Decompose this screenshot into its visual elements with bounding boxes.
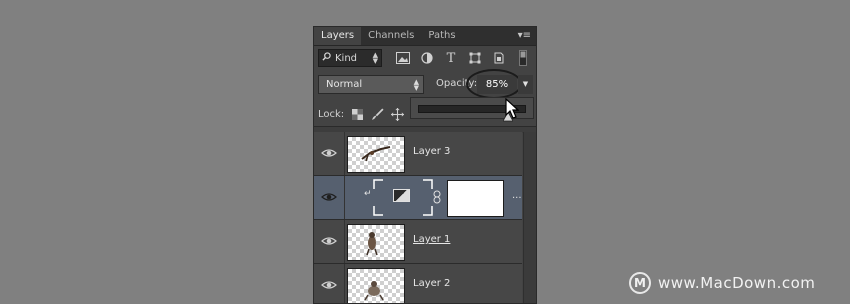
tab-layers[interactable]: Layers xyxy=(314,27,362,45)
layer-name[interactable]: Layer 2 xyxy=(413,278,450,289)
blend-row: Normal ▲ ▼ Opacity: 85% ▼ xyxy=(318,69,536,99)
link-chain-icon[interactable] xyxy=(433,190,441,207)
filter-toggle-icon[interactable] xyxy=(514,49,532,67)
type-layer-icon[interactable]: T xyxy=(442,49,460,67)
select-arrows-icon: ▲ ▼ xyxy=(413,78,419,92)
mouse-pointer-icon xyxy=(505,97,520,124)
layer-filter-row: Kind ▲ ▼ T xyxy=(318,49,532,67)
panel-tabs: Layers Channels Paths ▾≡ xyxy=(314,27,536,46)
layer-row[interactable]: Layer 2 xyxy=(314,264,522,303)
blend-mode-value: Normal xyxy=(326,79,363,90)
eye-icon[interactable] xyxy=(320,232,338,250)
smart-object-icon[interactable] xyxy=(490,49,508,67)
lock-transparent-icon[interactable] xyxy=(350,107,364,121)
pixel-layer-icon[interactable] xyxy=(394,49,412,67)
lock-image-icon[interactable] xyxy=(370,107,384,121)
clipping-arrow-icon: ↵ xyxy=(364,189,372,199)
shape-layer-icon[interactable] xyxy=(466,49,484,67)
layer-mask-thumbnail[interactable] xyxy=(447,180,504,217)
filter-kind-select[interactable]: Kind ▲ ▼ xyxy=(318,49,382,67)
search-icon xyxy=(322,52,331,64)
filter-kind-label: Kind xyxy=(335,52,358,64)
eye-icon[interactable] xyxy=(320,188,338,206)
tab-channels[interactable]: Channels xyxy=(361,27,421,45)
watermark: M www.MacDown.com xyxy=(629,272,815,294)
layer-list-scrollbar[interactable] xyxy=(523,132,536,303)
lock-label: Lock: xyxy=(318,108,345,120)
select-arrows-icon: ▲ ▼ xyxy=(372,51,378,65)
filter-icons: T xyxy=(394,49,532,67)
layer-thumbnail xyxy=(347,136,405,173)
eye-icon[interactable] xyxy=(320,144,338,162)
layer-thumbnail xyxy=(347,268,405,303)
truncation-dots: ... xyxy=(512,190,522,201)
lock-row: Lock: xyxy=(318,105,410,123)
watermark-text: www.MacDown.com xyxy=(658,274,816,292)
highlight-circle xyxy=(466,69,522,99)
macdown-logo-icon: M xyxy=(629,272,651,294)
blend-mode-select[interactable]: Normal ▲ ▼ xyxy=(318,75,424,94)
panel-menu-icon[interactable]: ▾≡ xyxy=(518,27,536,45)
adjustment-layer-icon[interactable] xyxy=(418,49,436,67)
layer-name[interactable]: Layer 3 xyxy=(413,146,450,157)
layers-panel: Layers Channels Paths ▾≡ Kind ▲ ▼ T Norm… xyxy=(313,26,537,304)
layer-row[interactable]: Layer 1 xyxy=(314,220,522,264)
layer-name[interactable]: Layer 1 xyxy=(413,234,450,245)
layer-row[interactable]: Layer 3 xyxy=(314,132,522,176)
tab-paths[interactable]: Paths xyxy=(421,27,462,45)
eye-icon[interactable] xyxy=(320,276,338,294)
layer-row[interactable]: ↵ ... xyxy=(314,176,522,220)
lock-position-icon[interactable] xyxy=(390,107,404,121)
opacity-dropdown-button[interactable]: ▼ xyxy=(518,75,533,94)
layer-list: Layer 3 ↵ ... Layer 1 Layer 2 xyxy=(314,132,522,303)
layer-thumbnail xyxy=(347,224,405,261)
levels-adjustment-icon[interactable] xyxy=(393,189,410,202)
